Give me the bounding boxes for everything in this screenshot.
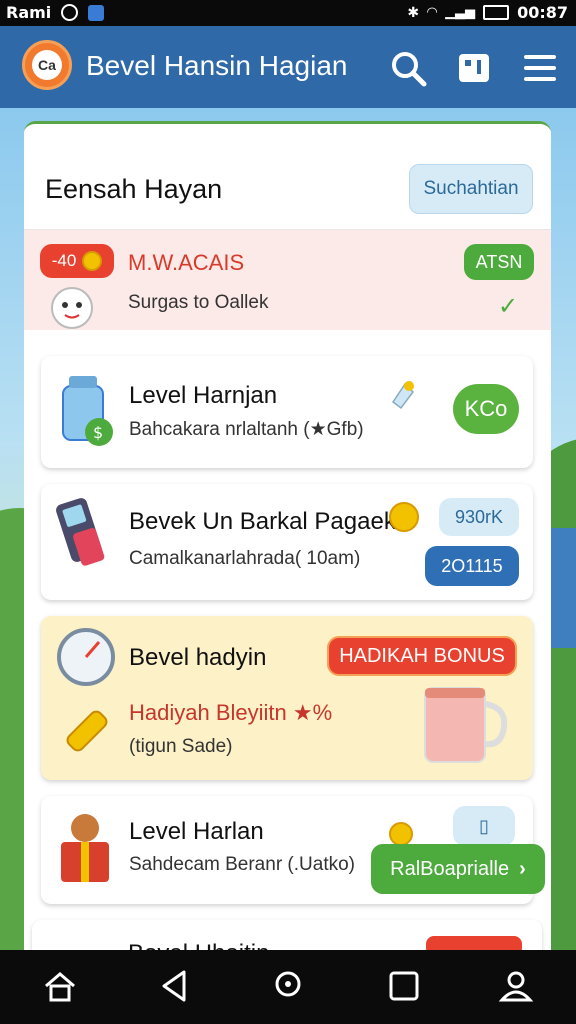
coin-icon: [389, 502, 419, 532]
home-icon[interactable]: [42, 968, 78, 1004]
phone-tag-icon: ▯: [453, 806, 515, 846]
alert-badge: -40: [40, 244, 114, 278]
distant-building: [548, 528, 576, 648]
bonus-highlight: Hadiyah Bleyiitn ★%: [129, 700, 333, 725]
card-subtitle: Bahcakara nrlaltanh (★Gfb): [129, 419, 364, 440]
level-card-1[interactable]: $ Level Harnjan Bahcakara nrlaltanh (★Gf…: [41, 356, 533, 468]
recents-icon[interactable]: [386, 968, 422, 1004]
svg-text:$: $: [93, 423, 103, 442]
card-title: Level Harlan: [129, 818, 264, 845]
level-action-button[interactable]: KCo: [453, 384, 519, 434]
card-icon[interactable]: [456, 50, 492, 86]
app-bar: Ca Bevel Hansin Hagian: [0, 26, 576, 108]
bonus-card[interactable]: Bevel hadyin Hadiyah Bleyiitn ★% (tigun …: [41, 616, 533, 780]
level-card-3[interactable]: Level Harlan Sahdecam Beranr (.Uatko) ▯ …: [41, 796, 545, 904]
phone-icon: [56, 498, 105, 566]
alert-card[interactable]: -40 M.W.ACAIS Surgas to Oallek ATSN ✓: [24, 230, 551, 330]
assistant-icon[interactable]: [270, 968, 306, 1004]
gauge-icon: [57, 628, 115, 686]
coin-icon: [389, 822, 413, 846]
app-notification-icon: [88, 4, 105, 21]
wifi-icon: ◠: [427, 5, 438, 20]
coin-icon: [82, 251, 103, 271]
search-icon[interactable]: [390, 50, 428, 88]
system-nav-bar: [0, 950, 576, 1024]
card-subtitle: (tigun Sade): [129, 736, 233, 757]
panel-title: Eensah Hayan: [45, 174, 223, 204]
carrier-text: Rami: [6, 3, 52, 22]
bar-icon: [66, 710, 108, 752]
app-title: Bevel Hansin Hagian: [86, 50, 348, 81]
logo-mark: Ca: [32, 50, 62, 80]
clock-status-icon: [61, 4, 79, 21]
bluetooth-icon: ✱: [407, 4, 420, 21]
check-icon: ✓: [498, 293, 519, 320]
chevron-right-icon: ›: [519, 857, 526, 880]
alert-action-button[interactable]: ATSN: [464, 244, 534, 280]
panel-header: Eensah Hayan Suchahtian: [24, 124, 551, 230]
jar-icon: $: [62, 376, 113, 446]
bottle-icon: [391, 381, 414, 410]
level-card-4[interactable]: Boval Hhoitin: [32, 920, 542, 953]
card-title: Bevel hadyin: [129, 644, 267, 671]
level-action-button[interactable]: 2O1115: [425, 546, 519, 586]
back-icon[interactable]: [156, 968, 192, 1004]
alert-subtitle: Surgas to Oallek: [128, 292, 269, 313]
app-logo[interactable]: Ca: [22, 40, 72, 90]
card-subtitle: Sahdecam Beranr (.Uatko): [129, 854, 355, 875]
menu-icon[interactable]: [522, 50, 558, 86]
card-title: Level Harnjan: [129, 382, 278, 409]
level-action-button[interactable]: RalBoaprialle ›: [371, 844, 545, 894]
signal-icon: ▁▃▅: [445, 5, 476, 20]
reward-tag: 930rK: [439, 498, 519, 536]
main-panel: Eensah Hayan Suchahtian -40 M.W.ACAIS Su…: [24, 121, 551, 953]
battery-icon: [483, 5, 510, 20]
card-title: Bevek Un Barkal Pagaek: [129, 508, 396, 535]
panel-header-button[interactable]: Suchahtian: [409, 164, 533, 214]
status-time: 00:87: [517, 3, 568, 22]
level-card-2[interactable]: Bevek Un Barkal Pagaek Camalkanarlahrada…: [41, 484, 533, 600]
alert-title: M.W.ACAIS: [128, 250, 245, 275]
card-subtitle: Camalkanarlahrada( 10am): [129, 548, 361, 569]
bonus-banner: HADIKAH BONUS: [327, 636, 517, 676]
mug-icon: [424, 687, 508, 763]
status-bar: Rami ✱ ◠ ▁▃▅ 00:87: [0, 0, 576, 26]
mascot-icon: [51, 287, 93, 329]
profile-icon[interactable]: [498, 968, 534, 1004]
gift-icon: [61, 814, 109, 882]
